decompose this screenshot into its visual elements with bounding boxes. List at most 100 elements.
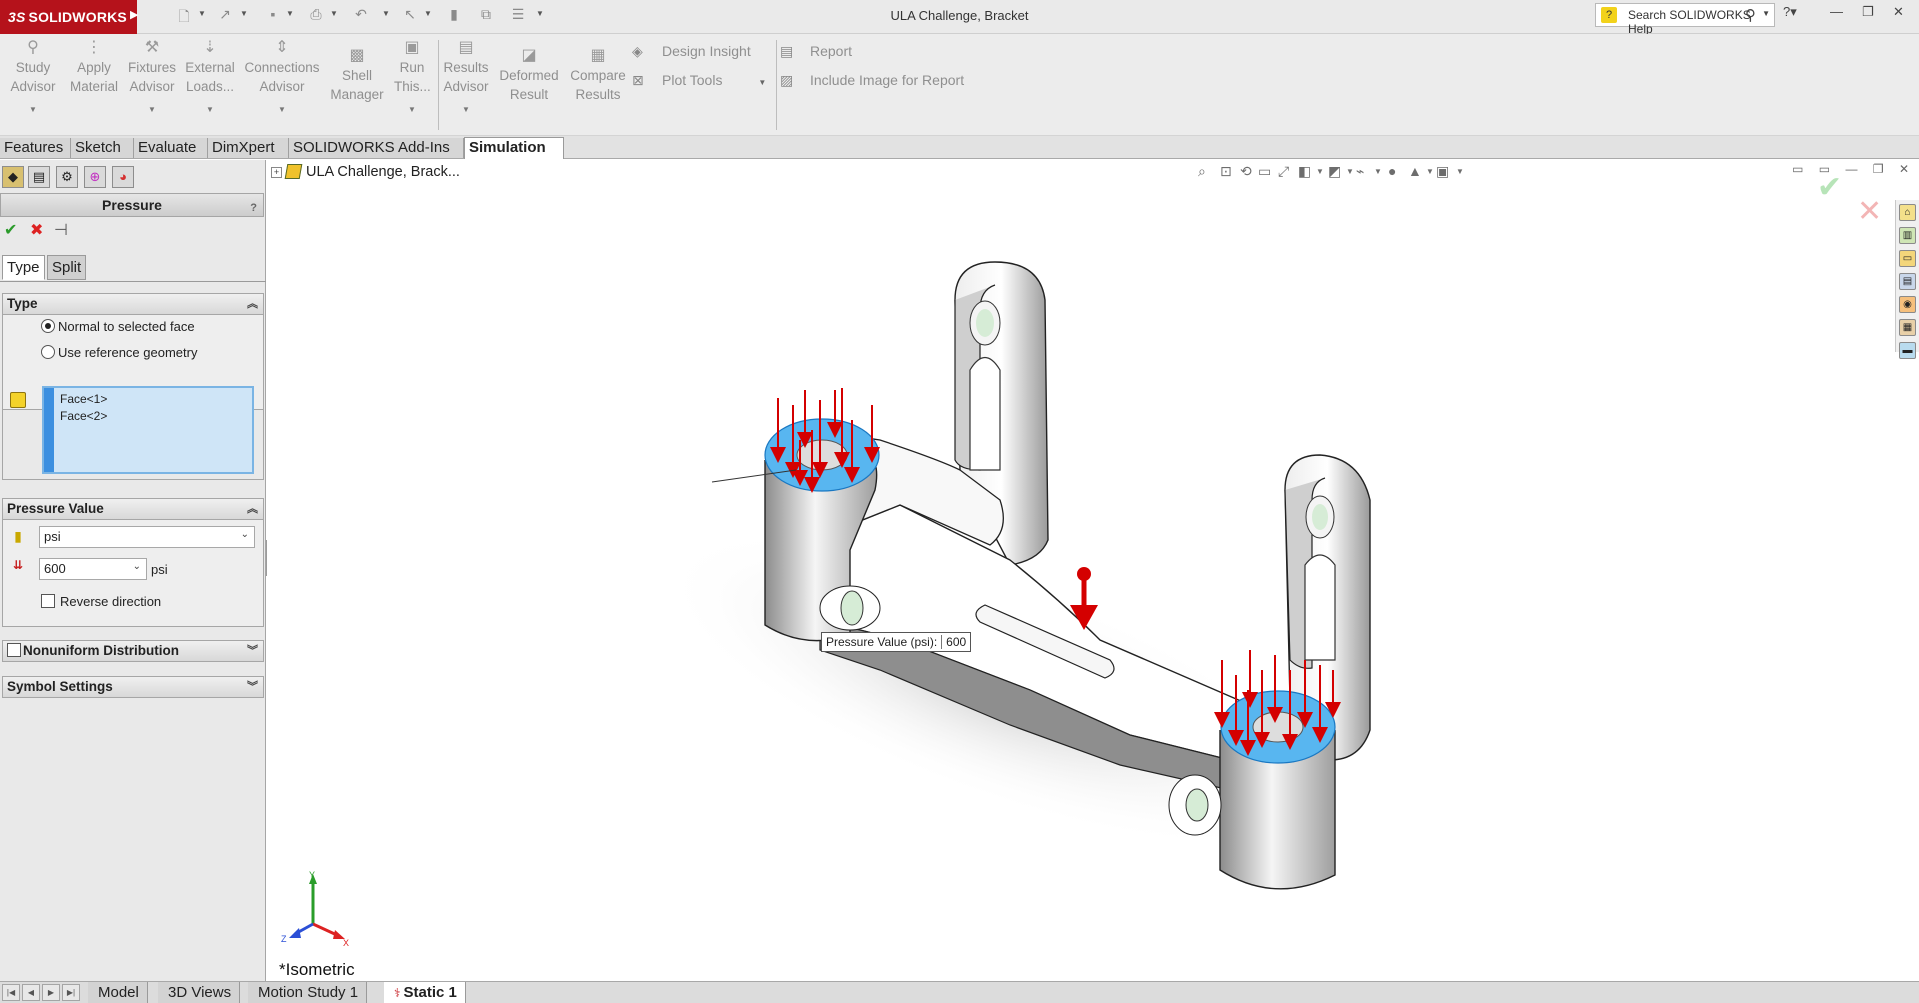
expand-chevron-icon[interactable]: ︾ bbox=[247, 641, 258, 661]
external-loads-button[interactable]: ⇣ External Loads... ▼ bbox=[184, 38, 236, 119]
options-dropdown-icon[interactable]: ▼ bbox=[536, 9, 544, 18]
close-icon[interactable]: ✕ bbox=[1893, 4, 1904, 26]
next-tab-icon[interactable]: ▶ bbox=[42, 984, 60, 1001]
chevron-down-icon[interactable]: ⌄ bbox=[133, 561, 141, 572]
run-this-study-button[interactable]: ▣ Run This... ▼ bbox=[394, 38, 431, 119]
help-menu-icon[interactable]: ?▾ bbox=[1783, 4, 1797, 26]
pushpin-icon[interactable]: ⊣ bbox=[54, 220, 68, 240]
search-icon[interactable]: ⚲ bbox=[1745, 6, 1756, 24]
units-select[interactable]: psi ⌄ bbox=[39, 526, 255, 548]
nonuniform-checkbox[interactable] bbox=[7, 643, 21, 657]
search-help-input[interactable]: ? Search SOLIDWORKS Help ⚲ ▼ bbox=[1595, 3, 1775, 36]
apply-material-button[interactable]: ⋮ Apply Material bbox=[70, 38, 118, 96]
bracket-model-view[interactable] bbox=[267, 160, 1919, 981]
graphics-area[interactable]: + ULA Challenge, Brack... ⌕ ⊡ ⟲ ▭ ⤢ ◧ ▼ ◩… bbox=[267, 160, 1919, 981]
dropdown-arrow-icon[interactable]: ▼ bbox=[442, 100, 490, 119]
select-icon[interactable]: ↖ bbox=[399, 6, 421, 26]
dropdown-arrow-icon[interactable]: ▼ bbox=[184, 100, 236, 119]
symbol-settings-header[interactable]: Symbol Settings ︾ bbox=[2, 676, 264, 698]
file-properties-icon[interactable]: ⧉ bbox=[475, 6, 497, 26]
dropdown-arrow-icon[interactable]: ▼ bbox=[394, 100, 430, 119]
save-icon[interactable]: ▪ bbox=[262, 6, 284, 26]
ok-check-icon[interactable]: ✔ bbox=[4, 220, 17, 240]
select-dropdown-icon[interactable]: ▼ bbox=[424, 9, 432, 18]
search-dropdown-icon[interactable]: ▼ bbox=[1762, 9, 1770, 18]
undo-icon[interactable]: ↶ bbox=[350, 6, 372, 26]
undo-dropdown-icon[interactable]: ▼ bbox=[382, 9, 390, 18]
study-advisor-button[interactable]: ⚲ Study Advisor ▼ bbox=[10, 38, 56, 119]
tab-features[interactable]: Features bbox=[0, 138, 71, 158]
checkbox-icon[interactable] bbox=[41, 594, 55, 608]
face-list-item[interactable]: Face<1> bbox=[60, 392, 107, 406]
tab-motion-study-1[interactable]: Motion Study 1 bbox=[248, 982, 368, 1003]
dropdown-arrow-icon[interactable]: ▼ bbox=[10, 100, 56, 119]
new-document-icon[interactable]: 🗋 bbox=[173, 6, 195, 26]
print-icon[interactable]: ⎙ bbox=[305, 6, 327, 26]
property-manager-tab-icon[interactable]: ▤ bbox=[28, 166, 50, 188]
type-group-header[interactable]: Type ︽ bbox=[2, 293, 264, 315]
open-dropdown-icon[interactable]: ▼ bbox=[240, 9, 248, 18]
tab-split[interactable]: Split bbox=[47, 255, 87, 280]
tab-static-1[interactable]: ⚕ Static 1 bbox=[384, 982, 466, 1003]
display-manager-tab-icon[interactable]: ◕ bbox=[112, 166, 134, 188]
plot-tools-dropdown-icon[interactable]: ▼ bbox=[758, 78, 766, 87]
report-button[interactable]: ▤ Report bbox=[780, 43, 852, 60]
normal-to-face-option[interactable]: Normal to selected face bbox=[41, 319, 195, 334]
face-list-item[interactable]: Face<2> bbox=[60, 409, 107, 423]
last-tab-icon[interactable]: ▶| bbox=[62, 984, 80, 1001]
solidworks-logo[interactable]: 3S SOLIDWORKS bbox=[0, 0, 137, 34]
chevron-down-icon[interactable]: ⌄ bbox=[241, 529, 249, 540]
help-icon[interactable]: ? bbox=[250, 197, 257, 219]
nonuniform-distribution-header[interactable]: Nonuniform Distribution ︾ bbox=[2, 640, 264, 662]
options-icon[interactable]: ☰ bbox=[507, 6, 529, 26]
pressure-value-callout[interactable]: Pressure Value (psi): 600 bbox=[821, 632, 972, 652]
restore-icon[interactable]: ❐ bbox=[1862, 4, 1874, 26]
tab-3d-views[interactable]: 3D Views bbox=[158, 982, 241, 1003]
results-advisor-button[interactable]: ▤ Results Advisor ▼ bbox=[442, 38, 490, 119]
cancel-x-icon[interactable]: ✖ bbox=[30, 220, 43, 240]
configuration-manager-tab-icon[interactable]: ⚙ bbox=[56, 166, 78, 188]
right-lug-slot bbox=[1304, 554, 1336, 661]
tab-sketch[interactable]: Sketch bbox=[71, 138, 134, 158]
pressure-value-input[interactable]: 600 ⌄ bbox=[39, 558, 147, 580]
shell-manager-button[interactable]: ▩ Shell Manager bbox=[328, 46, 386, 104]
dropdown-arrow-icon[interactable]: ▼ bbox=[242, 100, 322, 119]
use-reference-geometry-option[interactable]: Use reference geometry bbox=[41, 345, 197, 360]
print-dropdown-icon[interactable]: ▼ bbox=[330, 9, 338, 18]
include-image-button[interactable]: ▨ Include Image for Report bbox=[780, 72, 964, 89]
dimxpert-manager-tab-icon[interactable]: ⊕ bbox=[84, 166, 106, 188]
tab-type[interactable]: Type bbox=[2, 255, 45, 280]
dropdown-arrow-icon[interactable]: ▼ bbox=[126, 100, 178, 119]
tab-simulation[interactable]: Simulation bbox=[464, 137, 564, 159]
design-insight-button[interactable]: ◈ Design Insight bbox=[632, 43, 751, 60]
property-manager-header: Pressure ? bbox=[0, 193, 264, 217]
compare-results-button[interactable]: ▦ Compare Results bbox=[566, 46, 630, 104]
menu-expand-arrow-icon[interactable]: ▶ bbox=[130, 8, 138, 21]
radio-unselected-icon[interactable] bbox=[41, 345, 55, 359]
tab-dimxpert[interactable]: DimXpert bbox=[208, 138, 289, 158]
pressure-value-group-header[interactable]: Pressure Value ︽ bbox=[2, 498, 264, 520]
fixtures-advisor-button[interactable]: ⚒ Fixtures Advisor ▼ bbox=[126, 38, 178, 119]
new-dropdown-icon[interactable]: ▼ bbox=[198, 9, 206, 18]
rebuild-icon[interactable]: ▮ bbox=[443, 6, 465, 26]
tab-solidworks-add-ins[interactable]: SOLIDWORKS Add-Ins bbox=[289, 138, 464, 158]
pressure-callout-value[interactable]: 600 bbox=[941, 635, 967, 649]
collapse-chevron-icon[interactable]: ︽ bbox=[247, 499, 258, 519]
prev-tab-icon[interactable]: ◀ bbox=[22, 984, 40, 1001]
fixture-marker-icon bbox=[976, 309, 994, 337]
feature-manager-tab-icon[interactable]: ◆ bbox=[2, 166, 24, 188]
save-dropdown-icon[interactable]: ▼ bbox=[286, 9, 294, 18]
tab-evaluate[interactable]: Evaluate bbox=[134, 138, 208, 158]
plot-tools-button[interactable]: ⊠ Plot Tools ▼ bbox=[632, 72, 766, 89]
tab-model[interactable]: Model bbox=[88, 982, 148, 1003]
face-selection-list[interactable]: Face<1> Face<2> bbox=[42, 386, 254, 474]
open-icon[interactable]: ↗ bbox=[214, 6, 236, 26]
collapse-chevron-icon[interactable]: ︽ bbox=[247, 294, 258, 314]
deformed-result-button[interactable]: ◪ Deformed Result bbox=[496, 46, 562, 104]
reverse-direction-checkbox[interactable]: Reverse direction bbox=[41, 594, 161, 609]
expand-chevron-icon[interactable]: ︾ bbox=[247, 677, 258, 697]
first-tab-icon[interactable]: |◀ bbox=[2, 984, 20, 1001]
connections-advisor-button[interactable]: ⇕ Connections Advisor ▼ bbox=[242, 38, 322, 119]
minimize-icon[interactable]: — bbox=[1830, 4, 1843, 26]
radio-selected-icon[interactable] bbox=[41, 319, 55, 333]
